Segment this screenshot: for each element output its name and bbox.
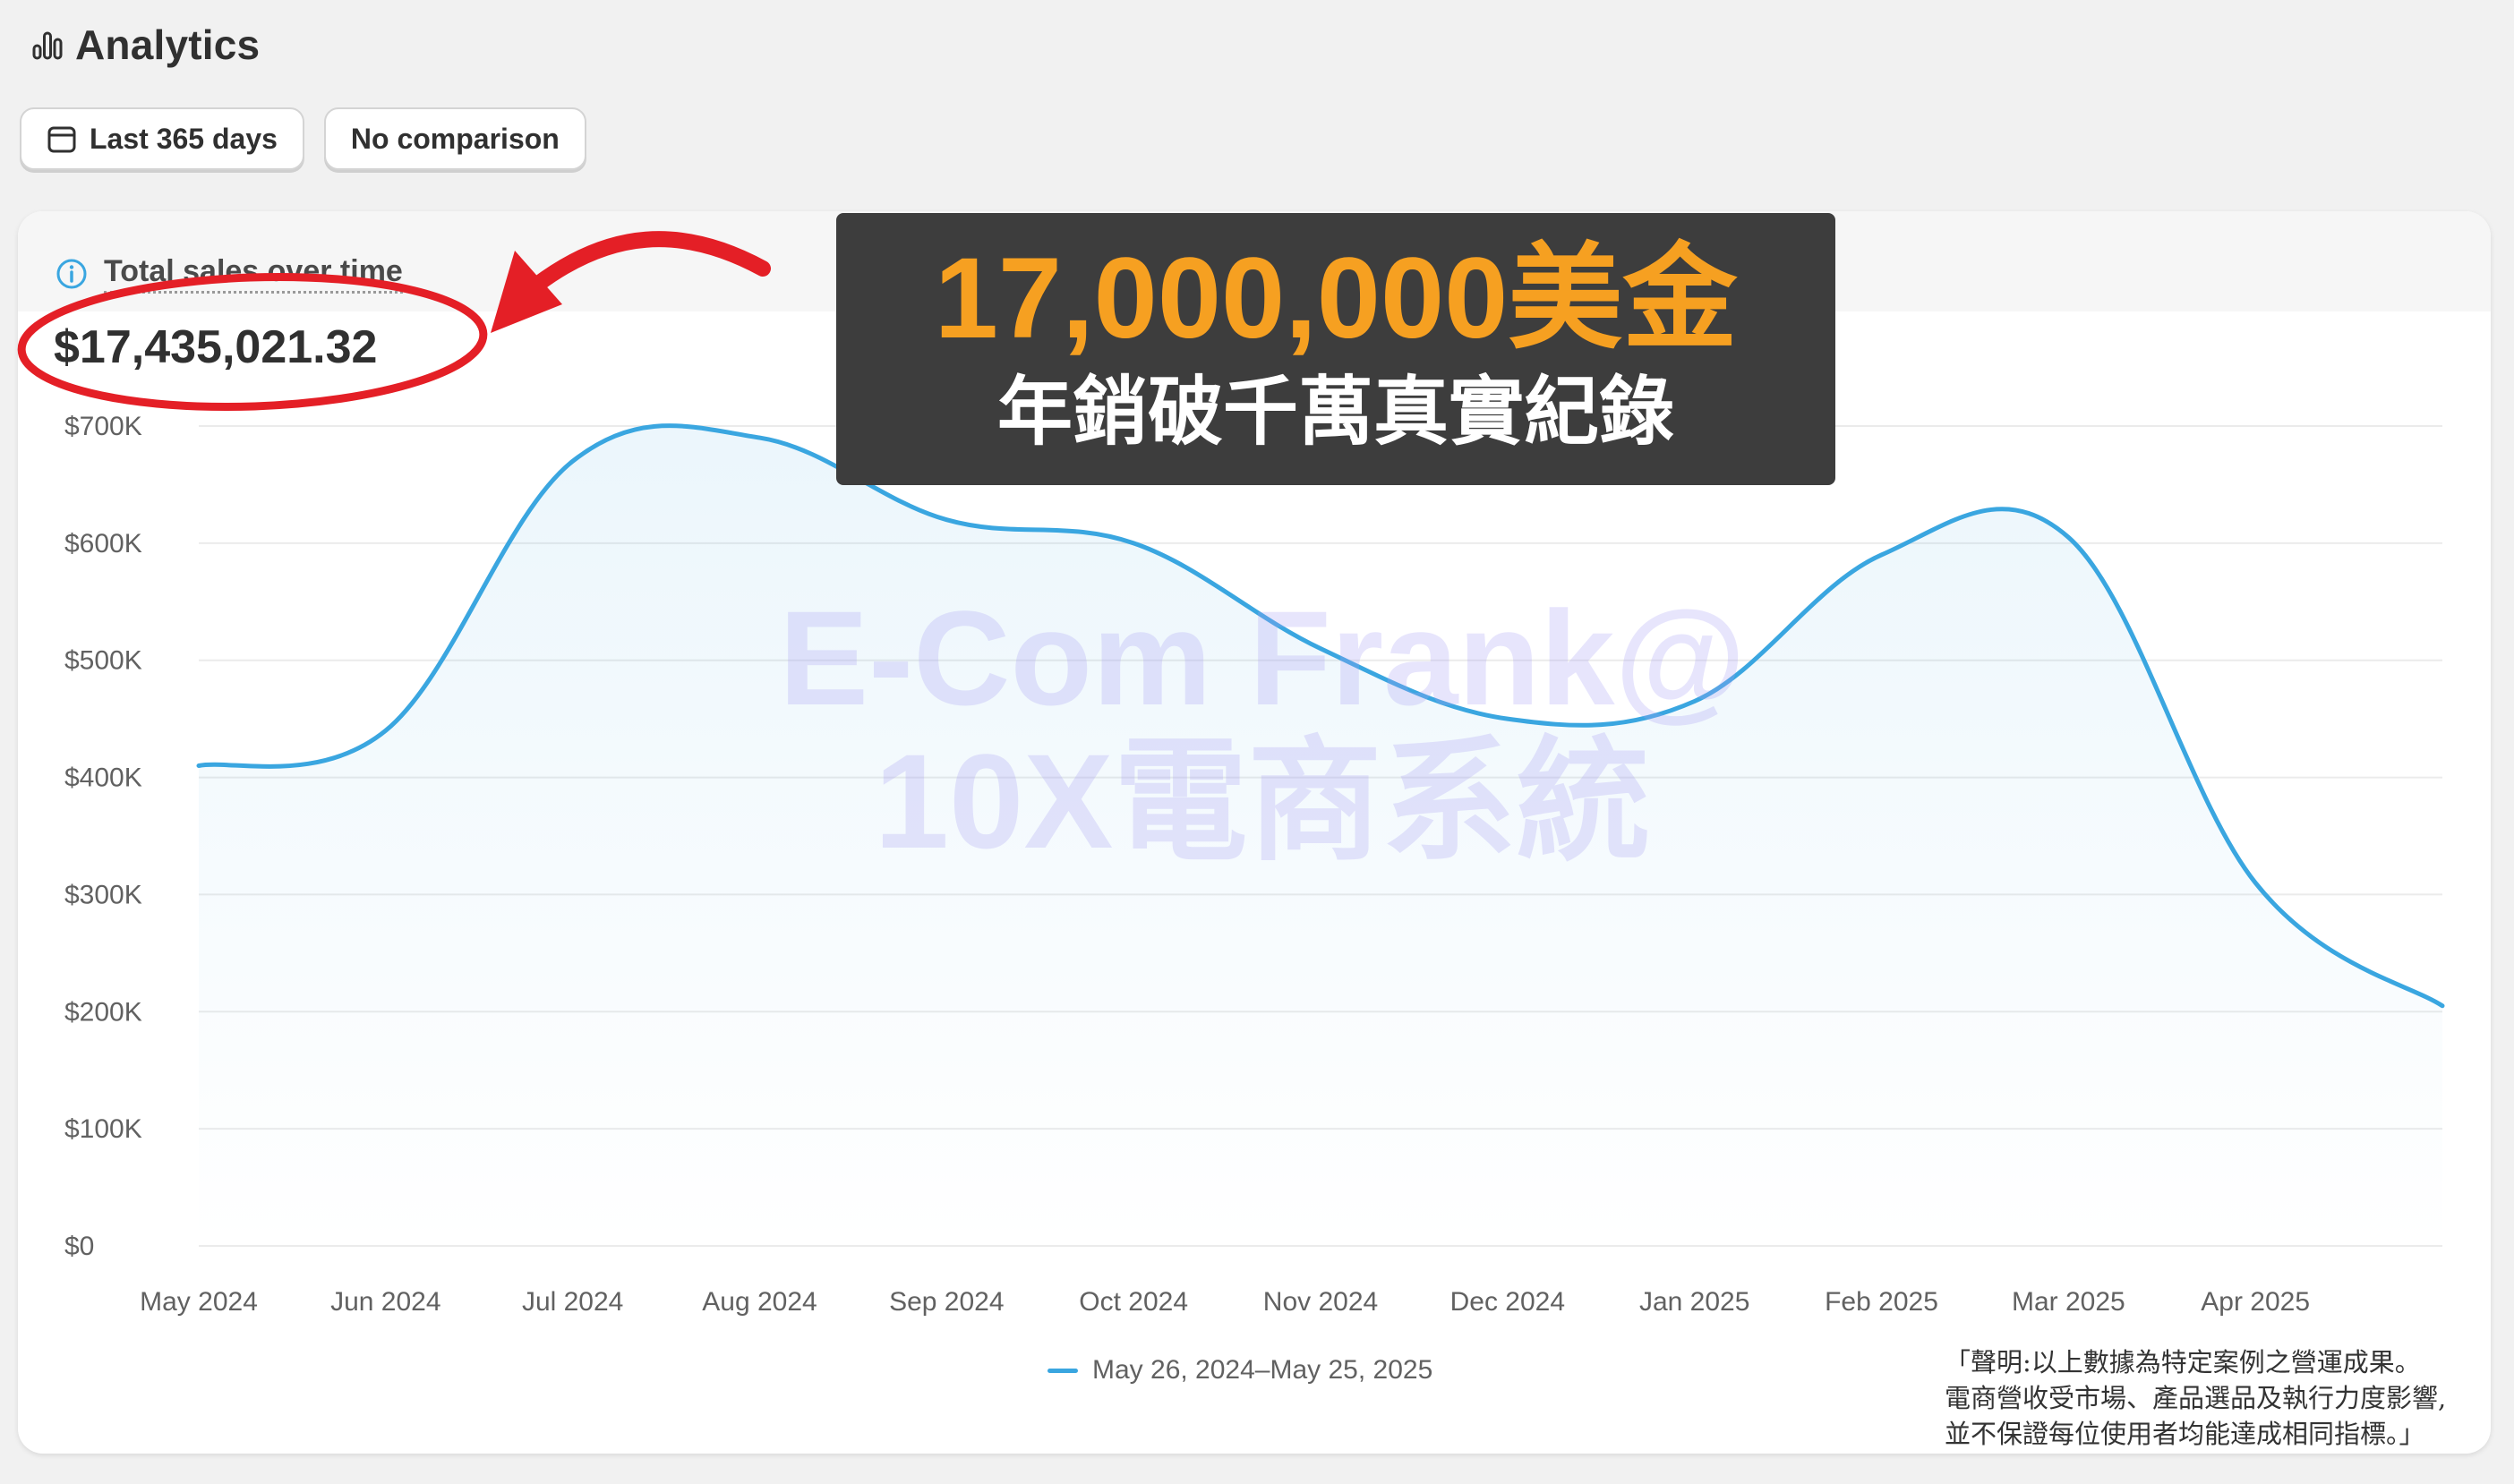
x-tick-label: May 2024 bbox=[140, 1287, 258, 1317]
promo-banner: 17,000,000美金 年銷破千萬真實紀錄 bbox=[836, 213, 1835, 485]
y-tick-label: $200K bbox=[64, 997, 142, 1027]
y-tick-label: $0 bbox=[64, 1232, 94, 1261]
series-area bbox=[199, 425, 2442, 1246]
disclaimer-line-1: 「聲明:以上數據為特定案例之營運成果。 bbox=[1945, 1347, 2421, 1377]
x-tick-label: Feb 2025 bbox=[1825, 1287, 1938, 1317]
x-tick-label: Nov 2024 bbox=[1263, 1287, 1378, 1317]
legend-swatch bbox=[1048, 1368, 1078, 1373]
y-tick-label: $300K bbox=[64, 880, 142, 909]
y-axis-ticks: $0 $100K $200K $300K $400K $500K $600K $700K bbox=[64, 412, 142, 1261]
y-tick-label: $500K bbox=[64, 646, 142, 676]
x-axis-ticks: May 2024 Jun 2024 Jul 2024 Aug 2024 Sep 2024… bbox=[140, 1287, 2310, 1317]
disclaimer-line-2: 電商營收受市場、產品選品及執行力度影響, bbox=[1945, 1383, 2447, 1413]
banner-subline: 年銷破千萬真實紀錄 bbox=[996, 370, 1674, 454]
y-tick-label: $600K bbox=[64, 529, 142, 559]
x-tick-label: Jun 2024 bbox=[330, 1287, 440, 1317]
chart-legend[interactable]: May 26, 2024–May 25, 2025 bbox=[1048, 1355, 1432, 1386]
y-tick-label: $400K bbox=[64, 763, 142, 793]
x-tick-label: Sep 2024 bbox=[889, 1287, 1004, 1317]
y-tick-label: $100K bbox=[64, 1114, 142, 1144]
disclaimer-line-3: 並不保證每位使用者均能達成相同指標。」 bbox=[1945, 1419, 2425, 1449]
y-tick-label: $700K bbox=[64, 412, 142, 441]
x-tick-label: Jan 2025 bbox=[1639, 1287, 1749, 1317]
x-tick-label: Mar 2025 bbox=[2012, 1287, 2125, 1317]
banner-headline: 17,000,000美金 bbox=[934, 235, 1738, 362]
x-tick-label: Dec 2024 bbox=[1450, 1287, 1565, 1317]
legend-label: May 26, 2024–May 25, 2025 bbox=[1092, 1355, 1433, 1385]
disclaimer: 「聲明:以上數據為特定案例之營運成果。 電商營收受市場、產品選品及執行力度影響,… bbox=[1945, 1344, 2482, 1452]
x-tick-label: Oct 2024 bbox=[1079, 1287, 1188, 1317]
x-tick-label: Aug 2024 bbox=[702, 1287, 817, 1317]
x-tick-label: Apr 2025 bbox=[2201, 1287, 2310, 1317]
x-tick-label: Jul 2024 bbox=[522, 1287, 623, 1317]
